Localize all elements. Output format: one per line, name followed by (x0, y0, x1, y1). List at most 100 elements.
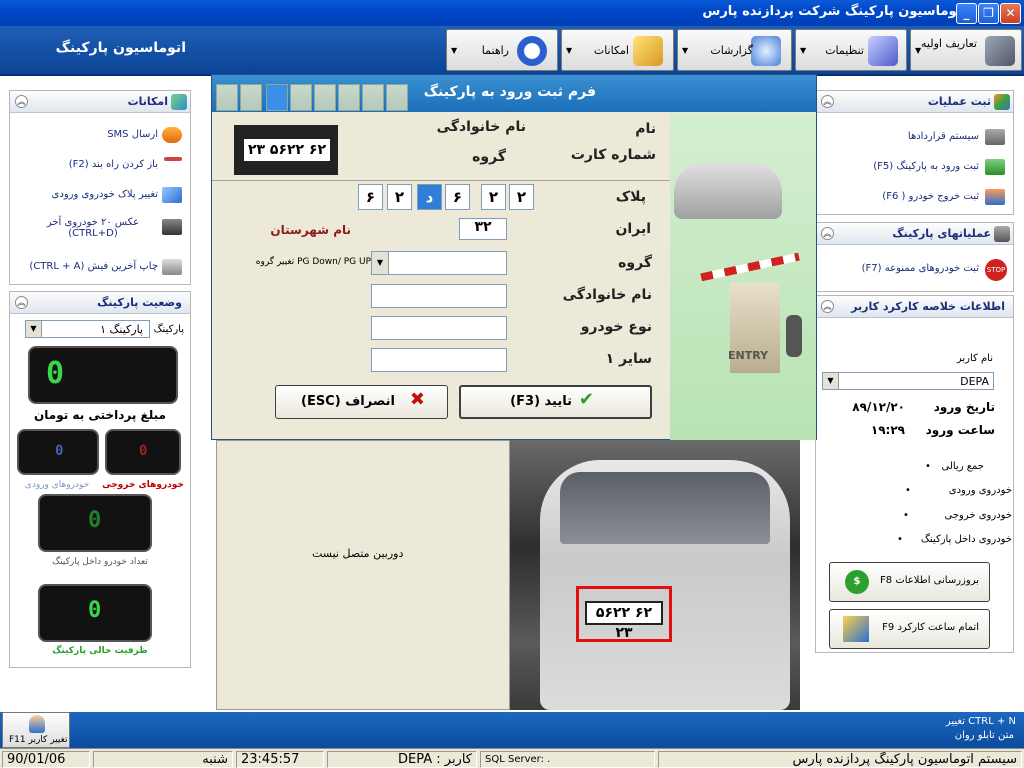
feature-print-receipt[interactable]: چاپ آخرین فیش (CTRL + A) (29, 261, 158, 272)
menu-reports[interactable]: گزارشات ▼ (677, 29, 792, 71)
chevron-down-icon: ▼ (451, 46, 458, 55)
menu-features-label: امکانات (593, 44, 629, 57)
change-user-label: تغییر کاربر F11 (9, 735, 68, 745)
entry-illustration: ENTRY (670, 113, 816, 440)
collapse-icon[interactable]: ︽ (15, 95, 28, 108)
tile (362, 84, 384, 111)
iran-code-input[interactable]: ۳۲ (459, 218, 507, 240)
plate-photo-text: ۶۲ ۵۶۲۲ ۲۳ (244, 139, 330, 161)
operations-header[interactable]: ثبت عملیات ︽ (816, 91, 1013, 113)
stat-exit-label: خودروی خروجی (944, 510, 1012, 521)
stat-inside-value: • (897, 534, 903, 545)
menu-settings[interactable]: تنظیمات ▼ (795, 29, 907, 71)
plate-box-2[interactable]: ۲ (481, 184, 506, 210)
entry-form-dialog: فرم ثبت ورود به پارکینگ ENTRY ۶۲ ۵۶۲۲ ۲۳… (211, 74, 817, 440)
features-panel-header[interactable]: امکانات ︽ (10, 91, 190, 113)
ops-register-exit[interactable]: ثبت خروج خودرو ( F6) (882, 191, 979, 202)
feature-last-photos[interactable]: عکس ۲۰ خودروی آخر (CTRL+D) (28, 217, 158, 239)
user-stats: جمع ریالی • خودروی ورودی • خودروی خروجی … (815, 445, 1014, 653)
close-x-icon: ✖ (409, 389, 425, 410)
plate-box-5[interactable]: ۲ (387, 184, 412, 210)
tools-icon (985, 36, 1015, 66)
chevron-down-icon[interactable]: ▼ (823, 373, 839, 389)
menu-settings-label: تنظیمات (825, 44, 864, 57)
plate-box-1[interactable]: ۲ (509, 184, 534, 210)
plate-photo: ۶۲ ۵۶۲۲ ۲۳ (234, 125, 338, 175)
check-icon: ✔ (578, 389, 594, 410)
maximize-button[interactable]: ❐ (978, 3, 999, 24)
parking-status-header[interactable]: وضعیت پارکینگ ︽ (10, 292, 190, 314)
update-info-label: بروزرسانی اطلاعات F8 (880, 575, 979, 586)
inside-value: 0 (88, 508, 102, 533)
car-illustration (674, 163, 782, 219)
finish-shift-button[interactable]: اتمام ساعت کارکرد F9 (829, 609, 990, 649)
group-hint: PG Down/ PG UP تغییر گروه (255, 257, 371, 267)
plate-box-letter[interactable]: د (417, 184, 442, 210)
chevron-down-icon[interactable]: ▼ (26, 321, 42, 337)
free-value: 0 (88, 598, 102, 623)
change-user-button[interactable]: تغییر کاربر F11 (2, 712, 70, 748)
exit-value: 0 (139, 443, 148, 459)
contract-icon (985, 129, 1005, 145)
menu-help[interactable]: راهنما ▼ (446, 29, 558, 71)
plate-box-3[interactable]: ۶ (445, 184, 470, 210)
family-input[interactable] (371, 284, 507, 308)
printer-icon (162, 259, 182, 275)
exit-arrow-icon (985, 189, 1005, 205)
stat-entry-label: خودروی ورودی (948, 485, 1012, 496)
other-input[interactable] (371, 348, 507, 372)
ops-banned-cars[interactable]: ثبت خودروهای ممنوعه (F7) (862, 263, 979, 274)
parking-ops-panel: عملیاتهای پارکینگ ︽ STOP ثبت خودروهای مم… (815, 222, 1014, 292)
login-time-value: ۱۹:۲۹ (870, 423, 905, 437)
cartype-input[interactable] (371, 316, 507, 340)
collapse-icon[interactable]: ︽ (15, 296, 28, 309)
window-title-bar[interactable]: اتوماسیون پارکینگ شرکت پردازنده پارس _ ❐… (0, 0, 1024, 26)
cancel-button[interactable]: ✖ انصراف (ESC) (275, 385, 448, 419)
feature-sms[interactable]: ارسال SMS (107, 129, 158, 140)
camera-icon (162, 219, 182, 235)
marquee-text-label: متن تابلو روان (954, 730, 1014, 741)
user-label: نام کاربر (956, 353, 993, 364)
parking-ops-header[interactable]: عملیاتهای پارکینگ ︽ (816, 223, 1013, 245)
status-system: سیستم اتوماسیون پارکینگ پردازنده پارس (658, 751, 1022, 768)
menu-reports-label: گزارشات (710, 44, 753, 57)
collapse-icon[interactable]: ︽ (821, 95, 834, 108)
app-title: اتوماسیون پارکینگ (55, 40, 186, 56)
user-select[interactable]: DEPA ▼ (822, 372, 994, 390)
dollar-icon: $ (845, 570, 869, 594)
collapse-icon[interactable]: ︽ (821, 300, 834, 313)
finish-shift-icon (843, 616, 869, 642)
parking-select[interactable]: پارکینگ ۱ ▼ (25, 320, 150, 338)
close-button[interactable]: ✕ (1000, 3, 1021, 24)
chevron-down-icon[interactable]: ▼ (372, 252, 389, 274)
feature-open-barrier[interactable]: باز کردن راه بند (F2) (69, 159, 158, 170)
car-icon (994, 226, 1010, 242)
dialog-title-bar[interactable]: فرم ثبت ورود به پارکینگ (212, 75, 816, 112)
collapse-icon[interactable]: ︽ (821, 227, 834, 240)
info-icon (517, 36, 547, 66)
stop-icon: STOP (985, 259, 1007, 281)
main-toolbar: اتوماسیون پارکینگ تعاریف اولیه ▼ تنظیمات… (0, 26, 1024, 76)
user-summary-header[interactable]: اطلاعات خلاصه کارکرد کاربر ︽ (816, 296, 1013, 318)
stat-inside-label: خودروی داخل پارکینگ (920, 534, 1012, 545)
confirm-button[interactable]: ✔ تایید (F3) (459, 385, 652, 419)
cancel-label: انصراف (ESC) (300, 394, 395, 409)
exit-display: 0 (105, 429, 181, 475)
stat-total-value: • (925, 461, 931, 472)
group-select[interactable]: ▼ (371, 251, 507, 275)
chevron-down-icon: ▼ (915, 46, 922, 55)
car-windshield (560, 472, 770, 544)
finish-shift-label: اتمام ساعت کارکرد F9 (882, 622, 979, 633)
ops-contracts[interactable]: سیستم قراردادها (908, 131, 979, 142)
plate-box-6[interactable]: ۶ (358, 184, 383, 210)
minimize-button[interactable]: _ (956, 3, 977, 24)
menu-features[interactable]: امکانات ▼ (561, 29, 674, 71)
update-info-button[interactable]: $ بروزرسانی اطلاعات F8 (829, 562, 990, 602)
divider (212, 180, 670, 181)
feature-change-plate[interactable]: تغییر پلاک خودروی ورودی (52, 189, 158, 200)
ops-register-entry[interactable]: ثبت ورود به پارکینگ (F5) (873, 161, 979, 172)
status-day: شنبه (93, 751, 233, 768)
operations-title: ثبت عملیات (927, 95, 991, 108)
menu-initial-definitions[interactable]: تعاریف اولیه ▼ (910, 29, 1022, 71)
inside-display: 0 (38, 494, 152, 552)
